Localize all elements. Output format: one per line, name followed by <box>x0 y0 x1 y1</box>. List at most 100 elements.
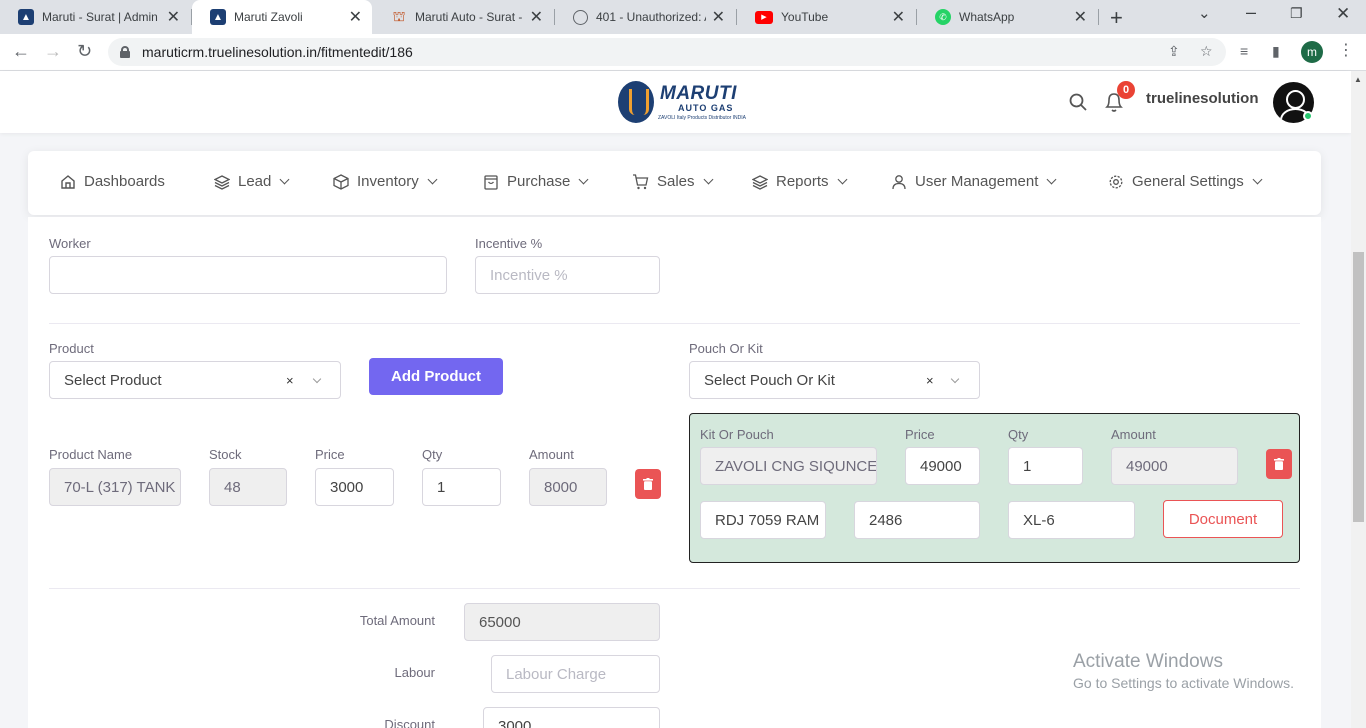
share-icon[interactable]: ⇪ <box>1168 43 1180 60</box>
section-divider <box>49 323 1300 324</box>
qty-input[interactable]: 1 <box>422 468 501 506</box>
browser-tab[interactable]: ✆ WhatsApp ✕ <box>917 0 1097 34</box>
scrollbar-thumb[interactable] <box>1353 252 1364 522</box>
chevron-down-icon <box>279 174 290 185</box>
logo-text: MARUTI <box>660 83 737 104</box>
layers-icon <box>214 174 230 190</box>
back-icon[interactable]: ← <box>12 41 30 62</box>
nav-label: User Management <box>915 173 1039 190</box>
nav-purchase[interactable]: Purchase <box>483 173 589 190</box>
document-button[interactable]: Document <box>1163 500 1283 538</box>
maruti-auto-favicon: ⛫ <box>392 7 406 24</box>
gear-icon <box>1109 175 1123 188</box>
reload-icon[interactable]: ↻ <box>77 41 92 62</box>
close-tab-icon[interactable]: ✕ <box>349 7 362 27</box>
logo-emblem-icon <box>618 81 654 123</box>
kit-serial-input-2[interactable]: 2486 <box>854 501 980 539</box>
kit-name-header: Kit Or Pouch <box>700 427 774 442</box>
browser-tab[interactable]: 401 - Unauthorized: A ✕ <box>555 0 735 34</box>
tab-search-icon[interactable]: ⌄ <box>1198 4 1211 22</box>
tab-title: WhatsApp <box>959 10 1015 24</box>
kit-price-input[interactable]: 49000 <box>905 447 980 485</box>
windows-activation-watermark: Activate Windows Go to Settings to activ… <box>1073 651 1294 691</box>
incentive-input[interactable]: Incentive % <box>475 256 660 294</box>
new-tab-button[interactable]: + <box>1110 5 1123 31</box>
nav-label: Sales <box>657 173 695 190</box>
chevron-down-icon <box>578 174 589 185</box>
close-tab-icon[interactable]: ✕ <box>892 7 905 27</box>
bookmark-star-icon[interactable]: ☆ <box>1200 43 1213 60</box>
restore-icon[interactable]: ❐ <box>1290 5 1303 22</box>
total-amount-field: 65000 <box>464 603 660 641</box>
cart-icon <box>633 173 649 189</box>
close-tab-icon[interactable]: ✕ <box>1074 7 1087 27</box>
pouch-label: Pouch Or Kit <box>689 341 763 356</box>
clear-icon[interactable]: × <box>286 373 294 388</box>
forward-icon[interactable]: → <box>44 41 62 62</box>
add-product-button[interactable]: Add Product <box>369 358 503 395</box>
close-tab-icon[interactable]: ✕ <box>530 7 543 27</box>
nav-general-settings[interactable]: General Settings <box>1108 173 1263 190</box>
nav-user-management[interactable]: User Management <box>891 173 1057 190</box>
chevron-down-icon[interactable] <box>950 374 960 384</box>
trash-icon <box>643 478 653 490</box>
kit-serial-input-1[interactable]: RDJ 7059 RAM <box>700 501 826 539</box>
kit-qty-header: Qty <box>1008 427 1029 442</box>
chevron-down-icon[interactable] <box>312 374 322 384</box>
kit-amount-field: 49000 <box>1111 447 1238 485</box>
whatsapp-icon: ✆ <box>935 9 951 25</box>
close-window-icon[interactable]: ✕ <box>1336 4 1350 24</box>
kit-price-header: Price <box>905 427 935 442</box>
side-panel-icon[interactable]: ▮ <box>1272 43 1280 60</box>
kit-amount-header: Amount <box>1111 427 1156 442</box>
kit-pouch-panel <box>689 413 1300 563</box>
kit-qty-input[interactable]: 1 <box>1008 447 1083 485</box>
price-header: Price <box>315 447 345 462</box>
browser-tab[interactable]: ▲ Maruti - Surat | Admin ✕ <box>0 0 190 34</box>
pouch-kit-select[interactable]: Select Pouch Or Kit × <box>689 361 980 399</box>
delete-kit-button[interactable] <box>1266 449 1292 479</box>
scroll-up-arrow-icon[interactable]: ▲ <box>1354 75 1362 84</box>
minimize-icon[interactable]: – <box>1246 2 1256 23</box>
chevron-down-icon <box>837 174 847 185</box>
browser-tab[interactable]: ▶ YouTube ✕ <box>737 0 915 34</box>
worker-select[interactable] <box>49 256 447 294</box>
price-input[interactable]: 3000 <box>315 468 394 506</box>
nav-sales[interactable]: Sales <box>632 173 713 190</box>
delete-product-button[interactable] <box>635 469 661 499</box>
address-bar[interactable]: maruticrm.truelinesolution.in/fitmentedi… <box>108 38 1226 66</box>
discount-input[interactable]: 3000 <box>483 707 660 728</box>
browser-tab[interactable]: ⛫ Maruti Auto - Surat - I ✕ <box>373 0 553 34</box>
incentive-label: Incentive % <box>475 236 543 251</box>
more-menu-icon[interactable]: ⋮ <box>1338 40 1354 60</box>
nav-reports[interactable]: Reports <box>752 173 847 190</box>
youtube-icon: ▶ <box>755 10 773 24</box>
reading-list-icon[interactable]: ≡ <box>1240 43 1248 59</box>
nav-label: Dashboards <box>84 173 165 190</box>
browser-toolbar: ← → ↻ maruticrm.truelinesolution.in/fitm… <box>0 34 1366 71</box>
close-tab-icon[interactable]: ✕ <box>712 7 725 27</box>
kit-serial-input-3[interactable]: XL-6 <box>1008 501 1135 539</box>
tab-title: Maruti Auto - Surat - I <box>415 10 524 24</box>
amount-header: Amount <box>529 447 574 462</box>
clear-icon[interactable]: × <box>926 373 934 388</box>
pouch-select-placeholder: Select Pouch Or Kit <box>704 371 835 389</box>
brand-logo[interactable]: MARUTI AUTO GAS ZAVOLI Italy Products Di… <box>618 81 746 123</box>
browser-tab-active[interactable]: ▲ Maruti Zavoli ✕ <box>192 0 372 34</box>
nav-inventory[interactable]: Inventory <box>333 173 438 190</box>
home-icon <box>61 174 75 189</box>
nav-lead[interactable]: Lead <box>214 173 290 190</box>
discount-label: Discount <box>384 717 435 728</box>
product-select[interactable]: Select Product × <box>49 361 341 399</box>
nav-dashboards[interactable]: Dashboards <box>60 173 165 190</box>
profile-avatar[interactable]: m <box>1301 41 1323 63</box>
close-tab-icon[interactable]: ✕ <box>167 7 180 27</box>
nav-label: Inventory <box>357 173 419 190</box>
search-icon[interactable] <box>1069 93 1087 111</box>
logo-tagline: ZAVOLI Italy Products Distributor INDIA <box>658 115 746 121</box>
labour-input[interactable]: Labour Charge <box>491 655 660 693</box>
tab-title: Maruti Zavoli <box>234 10 303 24</box>
username[interactable]: truelinesolution <box>1146 90 1259 107</box>
amount-field: 8000 <box>529 468 607 506</box>
product-name-header: Product Name <box>49 447 133 462</box>
